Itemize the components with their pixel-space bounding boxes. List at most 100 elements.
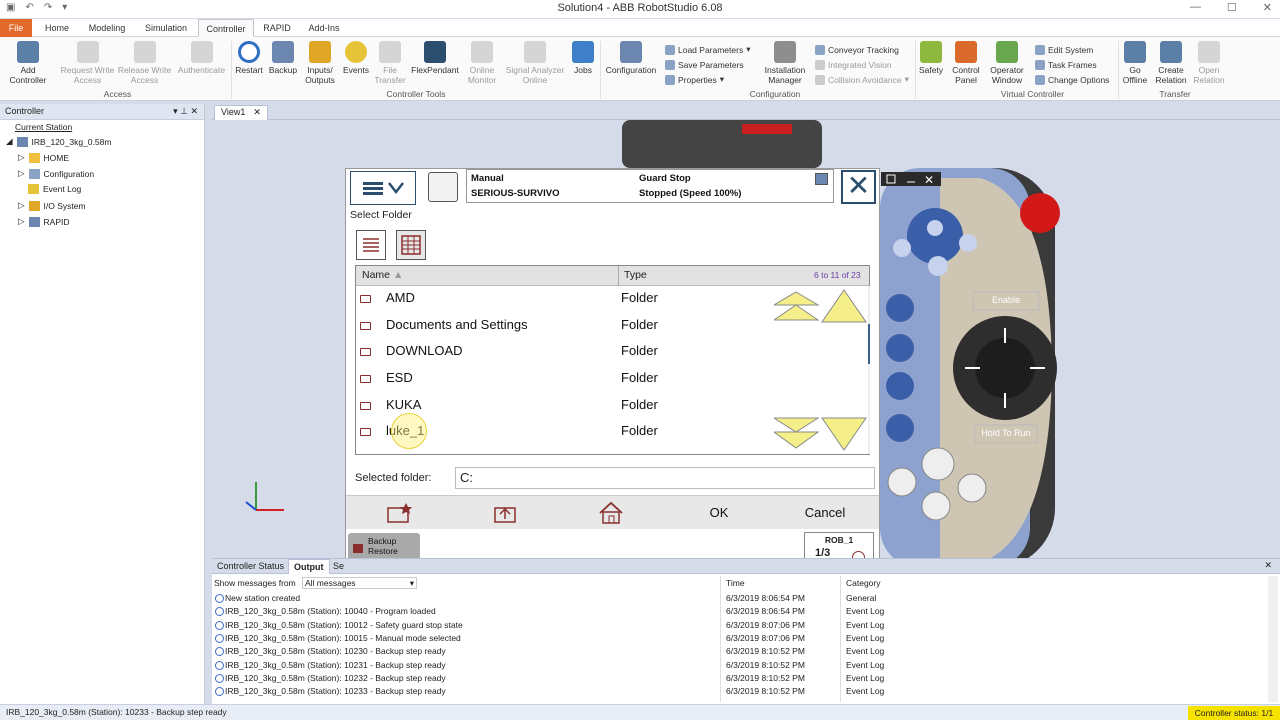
collapse-icon[interactable]: ◢ — [6, 136, 13, 147]
scroll-up-icon[interactable] — [821, 289, 867, 323]
output-scrollbar[interactable] — [1268, 576, 1278, 702]
current-station-link[interactable]: Current Station — [15, 122, 72, 132]
request-write-access-button[interactable]: Request Write Access — [60, 41, 115, 85]
up-one-level-button[interactable] — [452, 496, 558, 530]
page-up-icon[interactable] — [774, 291, 820, 321]
controller-status-indicator[interactable]: Controller status: 1/1 — [1188, 706, 1280, 720]
tab-controller[interactable]: Controller — [198, 19, 254, 37]
create-relation-button[interactable]: Create Relation — [1152, 41, 1190, 85]
open-relation-button[interactable]: Open Relation — [1191, 41, 1227, 85]
restart-button[interactable]: Restart — [233, 41, 265, 75]
online-monitor-button[interactable]: Online Monitor — [463, 41, 501, 85]
task-frames-button[interactable]: Task Frames — [1035, 58, 1097, 71]
key-button-icon[interactable] — [928, 256, 948, 276]
list-view-button[interactable] — [356, 230, 386, 260]
flexpendant-button[interactable]: FlexPendant — [408, 41, 462, 75]
selected-folder-field[interactable]: C: — [455, 467, 875, 489]
table-row[interactable]: IRB_120_3kg_0.58m (Station): 10230 - Bac… — [212, 645, 1272, 658]
key-button-icon[interactable] — [959, 234, 977, 252]
safety-button[interactable]: Safety — [916, 41, 946, 75]
release-write-access-button[interactable]: Release Write Access — [117, 41, 172, 85]
table-row[interactable]: IRB_120_3kg_0.58m (Station): 10012 - Saf… — [212, 619, 1272, 632]
motion-mode-icon[interactable] — [886, 334, 914, 362]
tab-view1[interactable]: View1 ✕ — [214, 105, 268, 120]
tab-add-ins[interactable]: Add-Ins — [302, 19, 346, 37]
home-folder-button[interactable] — [558, 496, 664, 530]
scroll-down-icon[interactable] — [821, 417, 867, 451]
step-forward-icon[interactable] — [957, 473, 987, 503]
expand-icon[interactable]: ▷ — [18, 168, 25, 179]
tree-item-configuration[interactable]: ▷ Configuration — [18, 168, 94, 179]
column-category[interactable]: Category — [846, 578, 881, 588]
tab-controller-status[interactable]: Controller Status — [212, 559, 289, 574]
tree-item-rapid[interactable]: ▷ RAPID — [18, 216, 70, 227]
linear-mode-icon[interactable] — [886, 372, 914, 400]
scrollbar-track[interactable] — [868, 286, 870, 454]
tab-simulation[interactable]: Simulation — [138, 19, 194, 37]
signal-analyzer-button[interactable]: Signal Analyzer Online — [502, 41, 568, 85]
list-item[interactable]: ESD Folder — [356, 366, 776, 392]
installation-manager-button[interactable]: Installation Manager — [758, 41, 812, 85]
tree-item-io-system[interactable]: ▷ I/O System — [18, 200, 86, 211]
jobs-button[interactable]: Jobs — [569, 41, 597, 75]
close-icon[interactable]: ✕ — [253, 106, 261, 120]
maximize-icon[interactable]: ☐ — [1227, 1, 1237, 14]
cancel-button[interactable]: Cancel — [772, 496, 878, 530]
properties-button[interactable]: Properties ▾ — [665, 73, 724, 86]
ok-button[interactable]: OK — [666, 496, 772, 530]
key-button-icon[interactable] — [927, 220, 943, 236]
tree-item-controller[interactable]: ◢ IRB_120_3kg_0.58m — [6, 136, 111, 147]
conveyor-tracking-button[interactable]: Conveyor Tracking — [815, 43, 899, 56]
expand-icon[interactable]: ▷ — [18, 216, 25, 227]
integrated-vision-button[interactable]: Integrated Vision — [815, 58, 892, 71]
list-item[interactable]: luke_1 Folder — [356, 413, 776, 449]
minimize-icon[interactable]: — — [1190, 1, 1201, 14]
abb-menu-button[interactable] — [350, 171, 416, 205]
hold-to-run-button[interactable]: Hold To Run — [974, 428, 1038, 438]
table-row[interactable]: IRB_120_3kg_0.58m (Station): 10232 - Bac… — [212, 672, 1272, 685]
list-item[interactable]: Documents and Settings Folder — [356, 313, 776, 339]
expand-icon[interactable]: ▷ — [18, 152, 25, 163]
page-down-buttons[interactable] — [774, 416, 869, 454]
file-transfer-button[interactable]: File Transfer — [373, 41, 407, 85]
step-back-icon[interactable] — [887, 467, 917, 497]
events-button[interactable]: Events — [340, 41, 372, 75]
increment-icon[interactable] — [886, 414, 914, 442]
go-offline-button[interactable]: Go Offline — [1120, 41, 1150, 85]
page-down-icon[interactable] — [774, 417, 820, 449]
backup-button[interactable]: Backup — [266, 41, 300, 75]
add-controller-button[interactable]: Add Controller — [2, 41, 54, 85]
tab-home[interactable]: Home — [38, 19, 76, 37]
column-time[interactable]: Time — [726, 578, 745, 588]
list-item[interactable]: DOWNLOAD Folder — [356, 339, 776, 365]
emergency-stop-icon[interactable] — [1020, 193, 1060, 233]
expand-icon[interactable]: ▷ — [18, 200, 25, 211]
stop-button-icon[interactable] — [921, 491, 951, 521]
tree-item-event-log[interactable]: Event Log — [28, 184, 81, 194]
pin-close-icons[interactable]: ▾ ⊥ ✕ — [173, 104, 198, 119]
close-icon[interactable]: ✕ — [1264, 560, 1272, 571]
start-button-icon[interactable] — [921, 447, 955, 481]
edit-system-button[interactable]: Edit System — [1035, 43, 1093, 56]
column-name[interactable]: Name ▲ — [362, 269, 403, 281]
list-item[interactable]: AMD Folder — [356, 286, 776, 312]
tab-file[interactable]: File — [0, 19, 32, 37]
operator-window-button[interactable]: Operator Window — [985, 41, 1029, 85]
new-folder-button[interactable] — [346, 496, 452, 530]
page-up-buttons[interactable] — [774, 288, 869, 328]
details-view-button[interactable] — [396, 230, 426, 260]
configuration-button[interactable]: Configuration — [602, 41, 660, 75]
status-bar[interactable]: Manual SERIOUS-SURVIVO Guard Stop Stoppe… — [466, 169, 834, 203]
tab-output[interactable]: Output — [288, 559, 330, 574]
key-button-icon[interactable] — [893, 239, 911, 257]
enable-button[interactable]: Enable — [974, 295, 1038, 305]
collision-avoidance-button[interactable]: Collision Avoidance ▾ — [815, 73, 909, 86]
save-parameters-button[interactable]: Save Parameters — [665, 58, 744, 71]
authenticate-button[interactable]: Authenticate — [174, 41, 229, 75]
close-button[interactable]: ✕ — [841, 170, 876, 204]
control-panel-button[interactable]: Control Panel — [948, 41, 984, 85]
tab-rapid[interactable]: RAPID — [258, 19, 296, 37]
table-row[interactable]: IRB_120_3kg_0.58m (Station): 10231 - Bac… — [212, 659, 1272, 672]
table-row[interactable]: IRB_120_3kg_0.58m (Station): 10015 - Man… — [212, 632, 1272, 645]
scrollbar-thumb[interactable] — [868, 324, 870, 364]
